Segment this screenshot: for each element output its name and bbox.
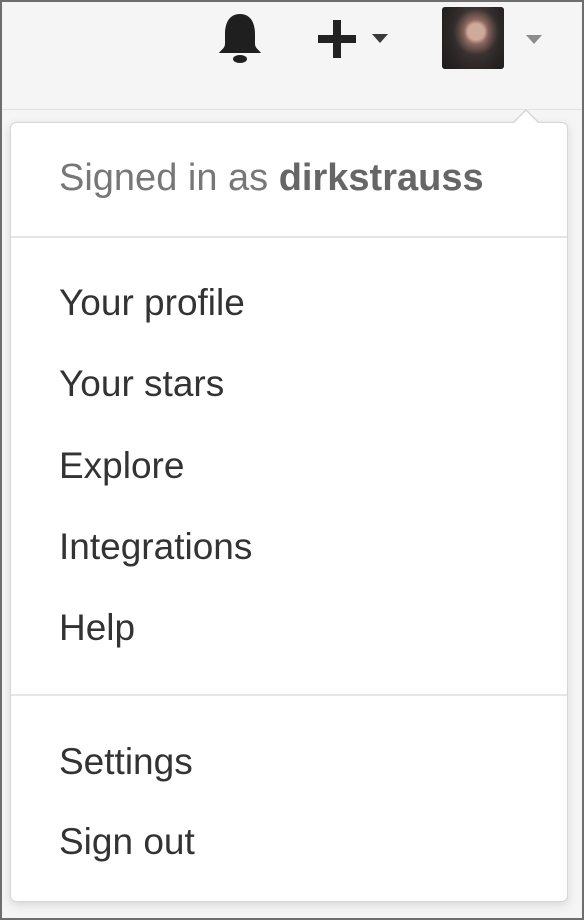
menu-item-your-stars[interactable]: Your stars bbox=[11, 348, 567, 420]
menu-divider bbox=[11, 236, 567, 238]
header-bar bbox=[0, 0, 584, 110]
plus-icon[interactable] bbox=[316, 18, 358, 60]
signed-in-prefix: Signed in as bbox=[59, 157, 279, 199]
avatar[interactable] bbox=[442, 7, 504, 69]
menu-item-integrations[interactable]: Integrations bbox=[11, 511, 567, 583]
username: dirkstrauss bbox=[278, 157, 484, 199]
chevron-down-icon[interactable] bbox=[526, 35, 542, 44]
menu-item-settings[interactable]: Settings bbox=[11, 726, 567, 798]
menu-divider bbox=[11, 694, 567, 696]
menu-item-help[interactable]: Help bbox=[11, 592, 567, 664]
menu-item-your-profile[interactable]: Your profile bbox=[11, 267, 567, 339]
signed-in-header: Signed in as dirkstrauss bbox=[59, 157, 484, 200]
dropdown-arrow-fill bbox=[513, 111, 539, 124]
avatar-shading bbox=[442, 7, 504, 69]
chevron-down-icon[interactable] bbox=[372, 34, 388, 43]
user-dropdown-menu: Signed in as dirkstrauss Your profile Yo… bbox=[10, 109, 568, 902]
bell-icon[interactable] bbox=[214, 10, 266, 66]
menu-item-sign-out[interactable]: Sign out bbox=[11, 806, 567, 878]
menu-item-explore[interactable]: Explore bbox=[11, 430, 567, 502]
